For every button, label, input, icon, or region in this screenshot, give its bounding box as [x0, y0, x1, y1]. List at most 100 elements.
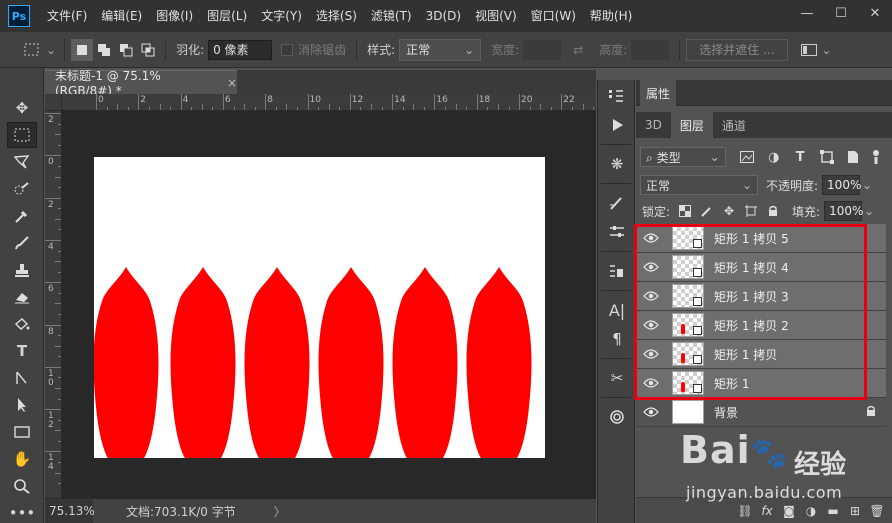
menu-item-0[interactable]: 文件(F) [40, 0, 94, 32]
rectangle-tool-icon[interactable] [7, 419, 37, 445]
layer-filter-select[interactable]: ⌕ 类型 ⌄ [640, 147, 726, 167]
paragraph-panel-icon[interactable]: ¶ [602, 326, 632, 352]
layer-thumbnail[interactable] [672, 226, 704, 250]
layer-row[interactable]: 矩形 1 拷贝 4 [636, 253, 886, 282]
layer-thumbnail[interactable] [672, 342, 704, 366]
menu-item-2[interactable]: 图像(I) [149, 0, 200, 32]
menu-item-7[interactable]: 3D(D) [419, 0, 468, 32]
visibility-eye-icon[interactable] [636, 407, 666, 417]
quick-selection-tool-icon[interactable] [7, 176, 37, 202]
style-select[interactable]: 正常 ⌄ [399, 38, 482, 61]
navigator-panel-icon[interactable]: ❋ [602, 151, 632, 177]
tab-properties[interactable]: 属性 [640, 80, 676, 106]
visibility-eye-icon[interactable] [636, 262, 666, 272]
visibility-eye-icon[interactable] [636, 233, 666, 243]
height-input[interactable] [631, 39, 670, 60]
width-input[interactable] [523, 39, 562, 60]
maximize-button[interactable]: ☐ [824, 0, 858, 26]
menu-item-4[interactable]: 文字(Y) [254, 0, 309, 32]
brush-tool-icon[interactable] [7, 230, 37, 256]
opacity-chevron-down-icon[interactable]: ⌄ [862, 178, 872, 192]
menu-item-10[interactable]: 帮助(H) [583, 0, 639, 32]
tab-1[interactable]: 图层 [670, 112, 713, 138]
visibility-eye-icon[interactable] [636, 349, 666, 359]
layer-row[interactable]: 背景 [636, 398, 886, 427]
direct-selection-tool-icon[interactable] [7, 392, 37, 418]
eraser-tool-icon[interactable] [7, 284, 37, 310]
lasso-tool-icon[interactable] [7, 149, 37, 175]
libraries-panel-icon[interactable] [602, 404, 632, 430]
blend-mode-select[interactable]: 正常 ⌄ [640, 175, 758, 195]
layer-thumbnail[interactable] [672, 255, 704, 279]
canvas-workspace[interactable] [62, 111, 596, 498]
lock-image-pixels-icon[interactable] [698, 202, 716, 220]
rectangular-marquee-tool-icon[interactable] [7, 122, 37, 148]
workspace-icon[interactable] [798, 39, 820, 61]
opacity-input[interactable]: 100% [822, 175, 861, 195]
new-selection-icon[interactable] [71, 38, 94, 61]
menu-item-1[interactable]: 编辑(E) [94, 0, 149, 32]
adjustment-layer-filter-icon[interactable]: ◑ [764, 147, 783, 167]
paint-bucket-tool-icon[interactable] [7, 311, 37, 337]
brush-settings-icon[interactable] [602, 190, 632, 216]
horizontal-ruler[interactable]: 0 2 4 6 8 10 12 14 16 18 20 22 [62, 94, 596, 111]
tool-presets-icon[interactable] [602, 258, 632, 284]
visibility-eye-icon[interactable] [636, 291, 666, 301]
minimize-button[interactable]: — [790, 0, 824, 26]
intersect-selection-icon[interactable] [137, 39, 159, 61]
smart-object-filter-icon[interactable] [843, 147, 862, 167]
zoom-level-field[interactable]: 75.13% [45, 498, 95, 523]
vertical-ruler[interactable]: 2 0 2 4 6 8 1 0 1 2 1 4 [45, 111, 62, 498]
visibility-eye-icon[interactable] [636, 320, 666, 330]
visibility-eye-icon[interactable] [636, 378, 666, 388]
ruler-origin[interactable] [45, 94, 62, 111]
lock-transparent-pixels-icon[interactable] [676, 202, 694, 220]
menu-item-3[interactable]: 图层(L) [200, 0, 254, 32]
fill-chevron-down-icon[interactable]: ⌄ [864, 204, 874, 218]
lock-all-icon[interactable] [764, 202, 782, 220]
document-close-icon[interactable]: × [227, 76, 237, 90]
layer-thumbnail[interactable] [672, 313, 704, 337]
subtract-selection-icon[interactable] [115, 39, 137, 61]
filter-toggle-icon[interactable] [867, 147, 886, 167]
menu-item-8[interactable]: 视图(V) [468, 0, 524, 32]
menu-item-9[interactable]: 窗口(W) [524, 0, 583, 32]
move-tool-icon[interactable]: ✥ [7, 95, 37, 121]
character-panel-icon[interactable]: A| [602, 297, 632, 323]
layer-row[interactable]: 矩形 1 拷贝 [636, 340, 886, 369]
shape-layer-filter-icon[interactable] [817, 147, 836, 167]
layer-thumbnail[interactable] [672, 284, 704, 308]
swap-dimensions-icon[interactable]: ⇄ [567, 39, 589, 61]
history-panel-icon[interactable] [602, 83, 632, 109]
tab-2[interactable]: 通道 [713, 112, 755, 138]
workspace-chevron-down-icon[interactable]: ⌄ [822, 43, 832, 57]
lock-artboard-icon[interactable] [742, 202, 760, 220]
tab-0[interactable]: 3D [636, 112, 671, 138]
more-tools-icon[interactable]: ••• [7, 500, 37, 523]
actions-play-icon[interactable] [602, 112, 632, 138]
layer-thumbnail[interactable] [672, 371, 704, 395]
stamp-tool-icon[interactable] [7, 257, 37, 283]
layer-thumbnail[interactable] [672, 400, 704, 424]
zoom-tool-icon[interactable] [7, 473, 37, 499]
add-selection-icon[interactable] [93, 39, 115, 61]
menu-item-5[interactable]: 选择(S) [309, 0, 364, 32]
select-and-mask-button[interactable]: 选择并遮住 ... [686, 38, 788, 61]
antialias-checkbox[interactable] [280, 39, 294, 61]
layer-row[interactable]: 矩形 1 拷贝 3 [636, 282, 886, 311]
tools-crossed-icon[interactable]: ✂ [602, 365, 632, 391]
type-layer-filter-icon[interactable]: T [790, 147, 809, 167]
document-tab[interactable]: 未标题-1 @ 75.1%(RGB/8#) * × [45, 69, 237, 98]
layer-row[interactable]: 矩形 1 拷贝 5 [636, 224, 886, 253]
feather-input[interactable]: 0 像素 [208, 39, 273, 60]
adjustments-panel-icon[interactable] [602, 219, 632, 245]
pixel-layer-filter-icon[interactable] [738, 147, 757, 167]
layer-row[interactable]: 矩形 1 [636, 369, 886, 398]
type-tool-icon[interactable]: T [7, 338, 37, 364]
menu-item-6[interactable]: 滤镜(T) [364, 0, 419, 32]
path-selection-tool-icon[interactable] [7, 365, 37, 391]
marquee-tool-preset-icon[interactable] [22, 39, 44, 61]
eyedropper-tool-icon[interactable] [7, 203, 37, 229]
status-menu-arrow-icon[interactable]: 〉 [274, 503, 286, 520]
fill-input[interactable]: 100% [824, 201, 863, 221]
